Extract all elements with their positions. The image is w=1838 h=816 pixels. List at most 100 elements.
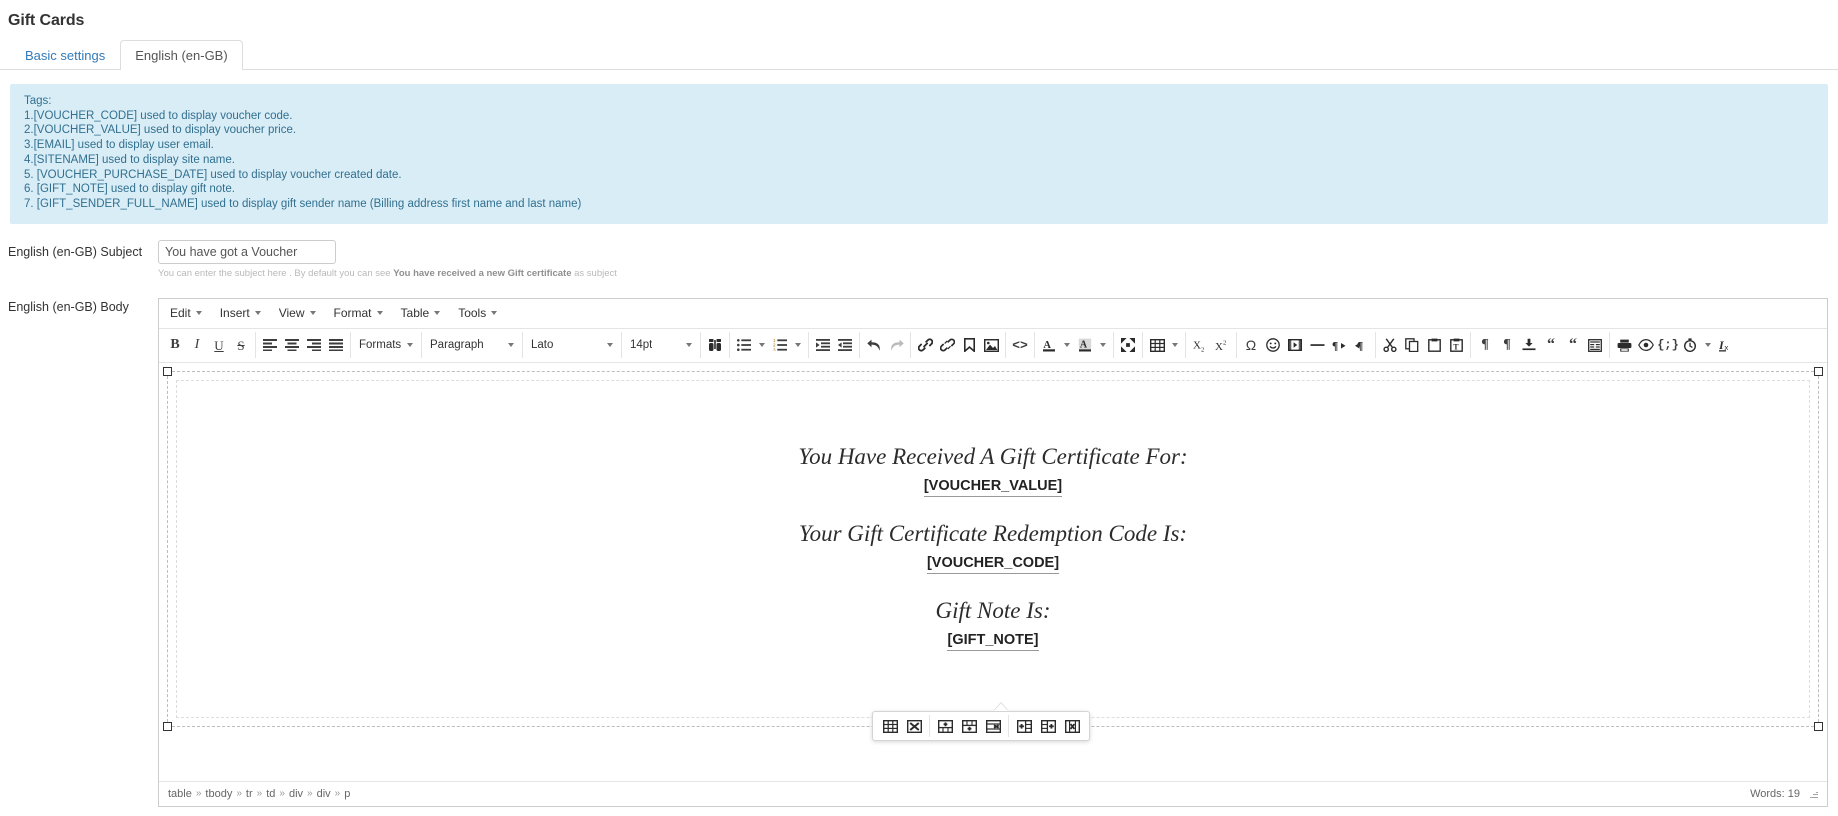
align-left-icon[interactable] [259, 334, 281, 356]
block-format-select[interactable]: Paragraph [425, 334, 519, 356]
indent-icon[interactable] [834, 334, 856, 356]
path-item-p[interactable]: p [344, 788, 350, 800]
path-item-table[interactable]: table [168, 788, 192, 800]
strikethrough-icon[interactable]: S [230, 334, 252, 356]
superscript-icon[interactable]: X2 [1211, 334, 1233, 356]
table-resize-handle-top-left[interactable] [163, 366, 172, 376]
outdent-icon[interactable] [812, 334, 834, 356]
menu-table[interactable]: Table [392, 303, 450, 323]
align-justify-icon[interactable] [325, 334, 347, 356]
insert-row-after-icon[interactable] [957, 715, 981, 737]
svg-text:X: X [1215, 341, 1223, 352]
page-break-icon[interactable] [1518, 334, 1540, 356]
chevron-down-icon[interactable] [1096, 334, 1110, 356]
delete-table-icon[interactable] [902, 715, 926, 737]
table-split[interactable] [1146, 334, 1182, 356]
path-item-div-1[interactable]: div [289, 788, 303, 800]
menu-insert[interactable]: Insert [211, 303, 270, 323]
align-center-icon[interactable] [281, 334, 303, 356]
bullist-split[interactable] [733, 334, 769, 356]
table-resize-handle-bottom-left[interactable] [163, 721, 172, 731]
subscript-icon[interactable]: X2 [1189, 334, 1211, 356]
delete-row-icon[interactable] [981, 715, 1005, 737]
redo-icon[interactable] [885, 334, 907, 356]
table-icon[interactable] [1146, 334, 1168, 356]
anchor-icon[interactable] [958, 334, 980, 356]
restore-draft-icon[interactable] [1679, 334, 1701, 356]
chevron-down-icon[interactable] [1701, 334, 1715, 356]
paste-icon[interactable] [1423, 334, 1445, 356]
tab-english-en-gb[interactable]: English (en-GB) [120, 40, 243, 70]
code-sample-icon[interactable]: {;} [1657, 334, 1679, 356]
menu-tools[interactable]: Tools [449, 303, 506, 323]
blockquote-alt-icon[interactable]: “ [1562, 334, 1584, 356]
insert-column-after-icon[interactable] [1036, 715, 1060, 737]
menu-format[interactable]: Format [325, 303, 392, 323]
font-family-select[interactable]: Lato [526, 334, 618, 356]
numlist-split[interactable]: 123 [769, 334, 805, 356]
text-color-icon[interactable]: A [1038, 334, 1060, 356]
background-color-icon[interactable]: A [1074, 334, 1096, 356]
subject-control-wrap: You can enter the subject here . By defa… [158, 239, 1838, 280]
bold-icon[interactable]: B [164, 334, 186, 356]
media-icon[interactable] [1284, 334, 1306, 356]
emoticon-icon[interactable] [1262, 334, 1284, 356]
ltr-icon[interactable]: ¶ [1328, 334, 1350, 356]
cut-icon[interactable] [1379, 334, 1401, 356]
italic-icon[interactable]: I [186, 334, 208, 356]
visualchars-icon[interactable]: ¶ [1474, 334, 1496, 356]
insert-column-before-icon[interactable] [1012, 715, 1036, 737]
path-separator: » [279, 788, 285, 800]
special-character-icon[interactable]: Ω [1240, 334, 1262, 356]
chevron-down-icon[interactable] [1060, 334, 1074, 356]
numbered-list-icon[interactable]: 123 [769, 334, 791, 356]
table-properties-icon[interactable] [878, 715, 902, 737]
link-icon[interactable] [914, 334, 936, 356]
chevron-down-icon[interactable] [791, 334, 805, 356]
delete-column-icon[interactable] [1060, 715, 1084, 737]
unlink-icon[interactable] [936, 334, 958, 356]
source-code-icon[interactable]: <> [1009, 334, 1031, 356]
rtl-icon[interactable]: ¶ [1350, 334, 1372, 356]
bullet-list-icon[interactable] [733, 334, 755, 356]
search-replace-icon[interactable] [704, 334, 726, 356]
path-item-tr[interactable]: tr [246, 788, 253, 800]
font-size-select[interactable]: 14pt [625, 334, 697, 356]
path-item-tbody[interactable]: tbody [205, 788, 232, 800]
preview-icon[interactable] [1635, 334, 1657, 356]
certificate-line3-value: [GIFT_NOTE] [177, 632, 1809, 652]
path-item-td[interactable]: td [266, 788, 275, 800]
backcolor-split[interactable]: A [1074, 334, 1110, 356]
undo-icon[interactable] [863, 334, 885, 356]
table-resize-handle-top-right[interactable] [1814, 366, 1823, 376]
table-resize-handle-bottom-right[interactable] [1814, 721, 1823, 731]
subject-input[interactable] [158, 239, 336, 264]
remove-format-icon[interactable]: Ix [1715, 334, 1737, 356]
formats-select[interactable]: Formats [354, 334, 418, 356]
content-table-cell[interactable]: You Have Received A Gift Certificate For… [176, 379, 1810, 718]
forecolor-split[interactable]: A [1038, 334, 1074, 356]
print-icon[interactable] [1613, 334, 1635, 356]
visualblocks-icon[interactable]: ¶ [1496, 334, 1518, 356]
paste-text-icon[interactable]: T [1445, 334, 1467, 356]
insert-row-before-icon[interactable] [933, 715, 957, 737]
image-icon[interactable] [980, 334, 1002, 356]
menu-edit[interactable]: Edit [161, 303, 211, 323]
chevron-down-icon[interactable] [1168, 334, 1182, 356]
blockquote-icon[interactable]: “ [1540, 334, 1562, 356]
block-format-value: Paragraph [430, 339, 484, 352]
editor-resize-grip[interactable] [1808, 789, 1818, 799]
restoredraft-split[interactable] [1679, 334, 1715, 356]
subject-help-text: You can enter the subject here . By defa… [158, 268, 1838, 280]
template-icon[interactable] [1584, 334, 1606, 356]
tab-basic-settings[interactable]: Basic settings [10, 40, 120, 70]
content-table-outline[interactable]: You Have Received A Gift Certificate For… [163, 366, 1823, 731]
fullscreen-icon[interactable] [1117, 334, 1139, 356]
align-right-icon[interactable] [303, 334, 325, 356]
horizontal-rule-icon[interactable] [1306, 334, 1328, 356]
menu-view[interactable]: View [270, 303, 325, 323]
chevron-down-icon[interactable] [755, 334, 769, 356]
path-item-div-2[interactable]: div [317, 788, 331, 800]
underline-icon[interactable]: U [208, 334, 230, 356]
copy-icon[interactable] [1401, 334, 1423, 356]
